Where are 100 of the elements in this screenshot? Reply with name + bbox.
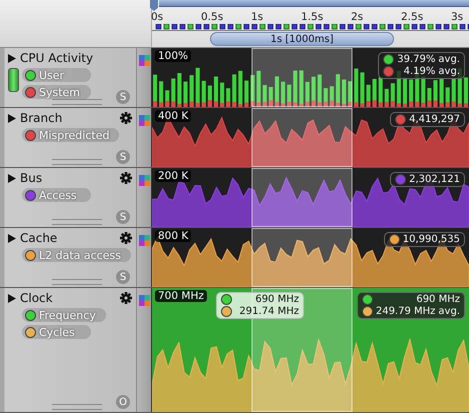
system-bar: [318, 102, 322, 107]
system-bar: [378, 102, 383, 107]
user-bar: [177, 73, 182, 107]
settings-icon[interactable]: [120, 292, 132, 304]
system-bar: [183, 102, 188, 107]
system-bar: [232, 102, 236, 107]
series-label[interactable]: L2 data access: [22, 248, 131, 262]
system-bar: [196, 102, 200, 107]
scale-label: 400 K: [155, 110, 192, 122]
system-bar: [421, 102, 426, 107]
disclosure-triangle-icon[interactable]: [8, 294, 16, 302]
system-bar: [214, 101, 218, 107]
system-bar: [171, 101, 176, 107]
system-bar: [330, 100, 334, 107]
system-bar: [177, 104, 182, 107]
selection-overlay[interactable]: [252, 108, 352, 167]
system-bar: [336, 102, 340, 107]
system-bar: [153, 101, 158, 107]
series-label[interactable]: System: [22, 85, 91, 99]
system-bar: [220, 102, 224, 107]
mode-badge[interactable]: S: [116, 150, 130, 164]
mode-badge[interactable]: S: [116, 210, 130, 224]
series-label[interactable]: User: [22, 68, 91, 82]
system-bar: [312, 100, 316, 107]
color-palette-icon[interactable]: [139, 295, 150, 306]
series-label[interactable]: Access: [22, 188, 91, 202]
readout-value: 249.79 MHz: [376, 306, 436, 317]
system-bar: [238, 104, 242, 107]
scale-label: 200 K: [155, 170, 192, 182]
readout-value: 10,990,535: [402, 234, 460, 245]
time-tick-label: 0s: [151, 11, 164, 23]
system-bar: [366, 101, 370, 107]
series-label[interactable]: Mispredicted: [22, 128, 120, 142]
readout-value: 291.74 MHz: [238, 306, 299, 317]
system-bar: [372, 100, 377, 107]
system-bar: [348, 102, 352, 107]
selection-overlay[interactable]: [252, 228, 352, 287]
readout-note: avg.: [438, 54, 460, 65]
time-tick-label: 1s: [251, 11, 264, 23]
readout-value: 2,302,121: [409, 174, 460, 185]
color-palette-icon[interactable]: [139, 175, 150, 186]
system-bar: [262, 102, 267, 107]
settings-icon[interactable]: [120, 112, 132, 124]
system-bar: [427, 100, 432, 107]
color-palette-icon[interactable]: [139, 115, 150, 126]
disclosure-triangle-icon[interactable]: [8, 114, 16, 122]
settings-icon[interactable]: [120, 172, 132, 184]
color-palette-icon[interactable]: [139, 55, 150, 66]
system-bar: [409, 101, 414, 107]
disclosure-triangle-icon[interactable]: [8, 234, 16, 242]
readout-value: 690 MHz: [415, 294, 460, 305]
system-bar: [250, 100, 255, 107]
time-tick-label: 2s: [351, 11, 364, 23]
selection-overlay[interactable]: [252, 48, 352, 107]
scale-label: 700 MHz: [155, 290, 207, 302]
system-bar: [305, 102, 310, 107]
settings-icon[interactable]: [120, 232, 132, 244]
track-title: Clock: [20, 291, 54, 305]
scale-label: 800 K: [155, 230, 192, 242]
system-bar: [281, 103, 286, 107]
color-palette-icon[interactable]: [139, 235, 150, 246]
series-label[interactable]: Cycles: [22, 325, 91, 339]
selection-overlay[interactable]: [252, 168, 352, 227]
disclosure-triangle-icon[interactable]: [8, 54, 16, 62]
mode-badge[interactable]: S: [116, 90, 130, 104]
scale-label: 100%: [155, 50, 192, 62]
system-bar: [293, 102, 298, 107]
system-bar: [390, 101, 395, 107]
playhead-handle[interactable]: [150, 0, 158, 11]
system-bar: [287, 102, 292, 107]
readout-note: avg.: [438, 66, 460, 77]
system-bar: [384, 102, 389, 107]
system-bar: [440, 102, 444, 107]
system-bar: [342, 104, 346, 107]
timeline-scrollbar[interactable]: [159, 0, 469, 7]
system-bar: [464, 103, 468, 107]
system-bar: [159, 102, 164, 107]
system-bar: [274, 102, 280, 107]
system-bar: [165, 101, 170, 107]
mode-badge[interactable]: S: [116, 270, 130, 284]
system-bar: [415, 102, 420, 107]
track-title: CPU Activity: [20, 51, 94, 65]
system-bar: [299, 104, 304, 107]
track-title: Bus: [20, 171, 44, 185]
readout-value: 4,419,297: [409, 114, 460, 125]
system-bar: [190, 101, 194, 107]
series-label[interactable]: Frequency: [22, 308, 106, 322]
system-bar: [208, 100, 212, 107]
disclosure-triangle-icon[interactable]: [8, 174, 16, 182]
track-title: Branch: [20, 111, 64, 125]
system-bar: [433, 100, 438, 107]
readout-value: 4.19%: [402, 66, 436, 77]
time-tick-label: 3s: [451, 11, 464, 23]
system-bar: [452, 102, 456, 107]
mode-badge[interactable]: O: [116, 395, 130, 409]
selection-range-handle[interactable]: 1s [1000ms]: [210, 32, 394, 46]
system-bar: [402, 104, 408, 107]
track-title: Cache: [20, 231, 58, 245]
readout-value: 690 MHz: [254, 294, 299, 305]
system-bar: [256, 102, 261, 107]
